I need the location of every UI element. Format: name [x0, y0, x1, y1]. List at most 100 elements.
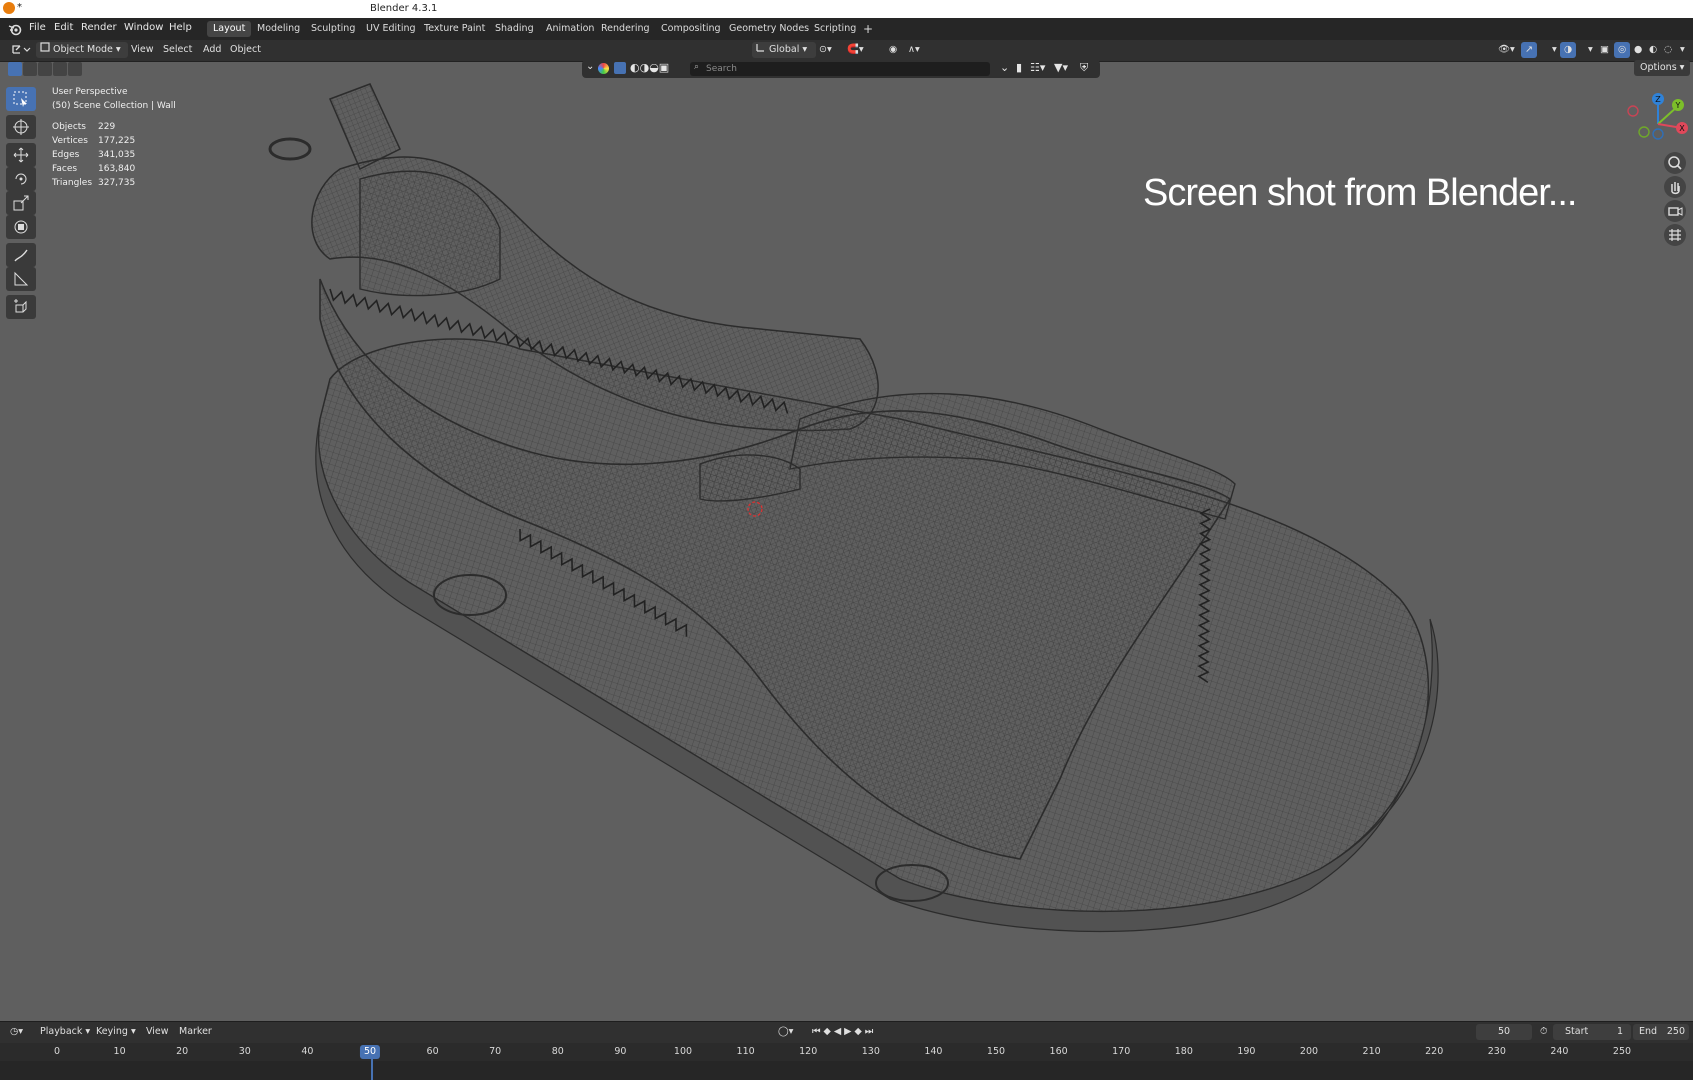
frame-ruler[interactable]: 0 10 20 30 40 50 60 70 80 90 100 110 120 130 140 150 160… [0, 1043, 1693, 1061]
navigation-gizmo[interactable]: Z Y X [1620, 88, 1690, 158]
timeline-track[interactable] [0, 1061, 1693, 1080]
neg-y-axis-icon[interactable] [1638, 126, 1650, 138]
menu-marker[interactable]: Marker [175, 1024, 216, 1040]
filter-dropdown-icon[interactable]: ⌄ [1000, 61, 1009, 74]
ortho-toggle-button[interactable] [1664, 224, 1686, 246]
proportional-editing-icon[interactable]: ◉ [885, 42, 901, 58]
scale-tool[interactable] [6, 191, 36, 215]
pan-view-button[interactable] [1664, 176, 1686, 198]
options-dropdown[interactable]: Options ▾ [1634, 60, 1690, 76]
transform-tool[interactable] [6, 215, 36, 239]
pivot-point-icon[interactable]: ⊙▾ [815, 42, 836, 58]
annotate-tool[interactable] [6, 243, 36, 267]
menu-window[interactable]: Window [124, 22, 163, 33]
overlays-dropdown-icon[interactable]: ▾ [1584, 42, 1597, 58]
select-intersect-icon[interactable] [68, 62, 82, 76]
transform-orientation-dropdown[interactable]: Global ▾ [752, 42, 816, 58]
tab-modeling[interactable]: Modeling [251, 21, 306, 37]
viewport-canvas[interactable] [0, 79, 1693, 1021]
bookmark-icon[interactable]: ▮ [1016, 61, 1022, 74]
tab-sculpting[interactable]: Sculpting [305, 21, 361, 37]
menu-timeline-view[interactable]: View [142, 1024, 173, 1040]
display-mode-icon[interactable] [614, 62, 626, 74]
menu-add[interactable]: Add [199, 42, 225, 58]
menu-file[interactable]: File [29, 22, 46, 33]
menu-edit[interactable]: Edit [54, 22, 73, 33]
menu-keying[interactable]: Keying ▾ [92, 1024, 140, 1040]
auto-keying-icon[interactable]: ◯▾ [774, 1024, 797, 1040]
select-box-tool[interactable] [6, 87, 36, 111]
frame-tick: 230 [1487, 1046, 1506, 1057]
add-workspace-button[interactable]: + [857, 21, 879, 37]
menu-select[interactable]: Select [159, 42, 196, 58]
stopwatch-icon[interactable]: ⏱ [1536, 1024, 1551, 1040]
rotate-tool[interactable] [6, 167, 36, 191]
tab-compositing[interactable]: Compositing [655, 21, 727, 37]
select-difference-icon[interactable] [53, 62, 67, 76]
viewport-header: Object Mode ▾ View Select Add Object Glo… [0, 40, 1693, 62]
cursor-tool[interactable] [6, 115, 36, 139]
select-new-icon[interactable] [8, 62, 22, 76]
frame-tick: 150 [986, 1046, 1006, 1057]
wireframe-shading-icon[interactable]: ◎ [1614, 42, 1631, 58]
playback-controls[interactable]: ⏮◆◀▶◆⏭ [808, 1024, 880, 1040]
solid-shading-icon[interactable]: ● [1630, 42, 1646, 58]
start-frame-field[interactable]: Start 1 [1553, 1024, 1631, 1040]
chevron-down-icon[interactable]: ⌄ [586, 61, 594, 72]
rendered-shading-icon[interactable]: ◌ [1660, 42, 1676, 58]
mode-selector[interactable]: Object Mode ▾ [36, 42, 128, 58]
current-frame-field[interactable]: 50 [1476, 1024, 1532, 1040]
menu-render[interactable]: Render [81, 22, 117, 33]
menu-view[interactable]: View [127, 42, 158, 58]
move-tool[interactable] [6, 143, 36, 167]
playhead[interactable] [371, 1057, 373, 1080]
timeline-editor-type-icon[interactable]: ◷▾ [6, 1024, 27, 1040]
viewport-filter-bar: ⌄ ◐◑◒▣ Search ⌕ ⌄ ▮ ☷▾ ▼▾ ⛨ [582, 60, 1100, 78]
camera-icon [1668, 207, 1683, 216]
heel-pull-tab [329, 83, 401, 171]
neg-x-axis-icon[interactable] [1627, 105, 1639, 117]
editor-type-icon[interactable] [6, 42, 36, 58]
snap-icon[interactable]: 🧲▾ [843, 42, 868, 58]
overlays-toggle-icon[interactable]: ◑ [1560, 42, 1577, 58]
shield-icon[interactable]: ⛨ [1080, 61, 1088, 75]
tab-shading[interactable]: Shading [489, 21, 540, 37]
select-subtract-icon[interactable] [38, 62, 52, 76]
xray-toggle-icon[interactable]: ▣ [1596, 42, 1613, 58]
add-cube-tool[interactable] [6, 295, 36, 319]
tab-rendering[interactable]: Rendering [595, 21, 656, 37]
tab-texture-paint[interactable]: Texture Paint [418, 21, 491, 37]
gizmo-dropdown-icon[interactable]: ▾ [1548, 42, 1561, 58]
filter-icon[interactable]: ▼▾ [1054, 61, 1068, 74]
move-icon [13, 147, 29, 163]
gizmo-toggle-icon[interactable]: ↗ [1521, 42, 1537, 58]
current-frame-marker[interactable]: 50 [359, 1045, 381, 1059]
tab-uv-editing[interactable]: UV Editing [360, 21, 422, 37]
shading-ball-icon[interactable]: ◐◑◒▣ [630, 61, 669, 74]
falloff-icon[interactable]: ∧▾ [904, 42, 924, 58]
material-shading-icon[interactable]: ◐ [1645, 42, 1661, 58]
stat-value: 177,225 [98, 136, 136, 146]
tab-scripting[interactable]: Scripting [808, 21, 862, 37]
visibility-icon[interactable]: 👁▾ [1494, 42, 1519, 58]
tab-geometry-nodes[interactable]: Geometry Nodes [723, 21, 815, 37]
zoom-view-button[interactable] [1664, 152, 1686, 174]
blender-logo-icon[interactable] [8, 22, 22, 36]
sort-icon[interactable]: ☷▾ [1030, 61, 1045, 74]
search-input[interactable]: Search [690, 62, 990, 76]
neg-z-axis-icon[interactable] [1652, 128, 1664, 140]
frame-tick: 30 [238, 1046, 251, 1057]
shading-dropdown-icon[interactable]: ▾ [1676, 42, 1689, 58]
stat-label: Faces [52, 164, 78, 174]
tab-layout[interactable]: Layout [207, 21, 252, 37]
select-extend-icon[interactable] [23, 62, 37, 76]
menu-help[interactable]: Help [169, 22, 192, 33]
color-wheel-icon[interactable] [598, 63, 609, 74]
menu-object[interactable]: Object [226, 42, 265, 58]
mode-label: Object Mode [53, 44, 113, 55]
measure-tool[interactable] [6, 267, 36, 291]
tab-animation[interactable]: Animation [540, 21, 600, 37]
end-frame-field[interactable]: End 250 [1633, 1024, 1689, 1040]
menu-playback[interactable]: Playback ▾ [36, 1024, 94, 1040]
camera-view-button[interactable] [1664, 200, 1686, 222]
